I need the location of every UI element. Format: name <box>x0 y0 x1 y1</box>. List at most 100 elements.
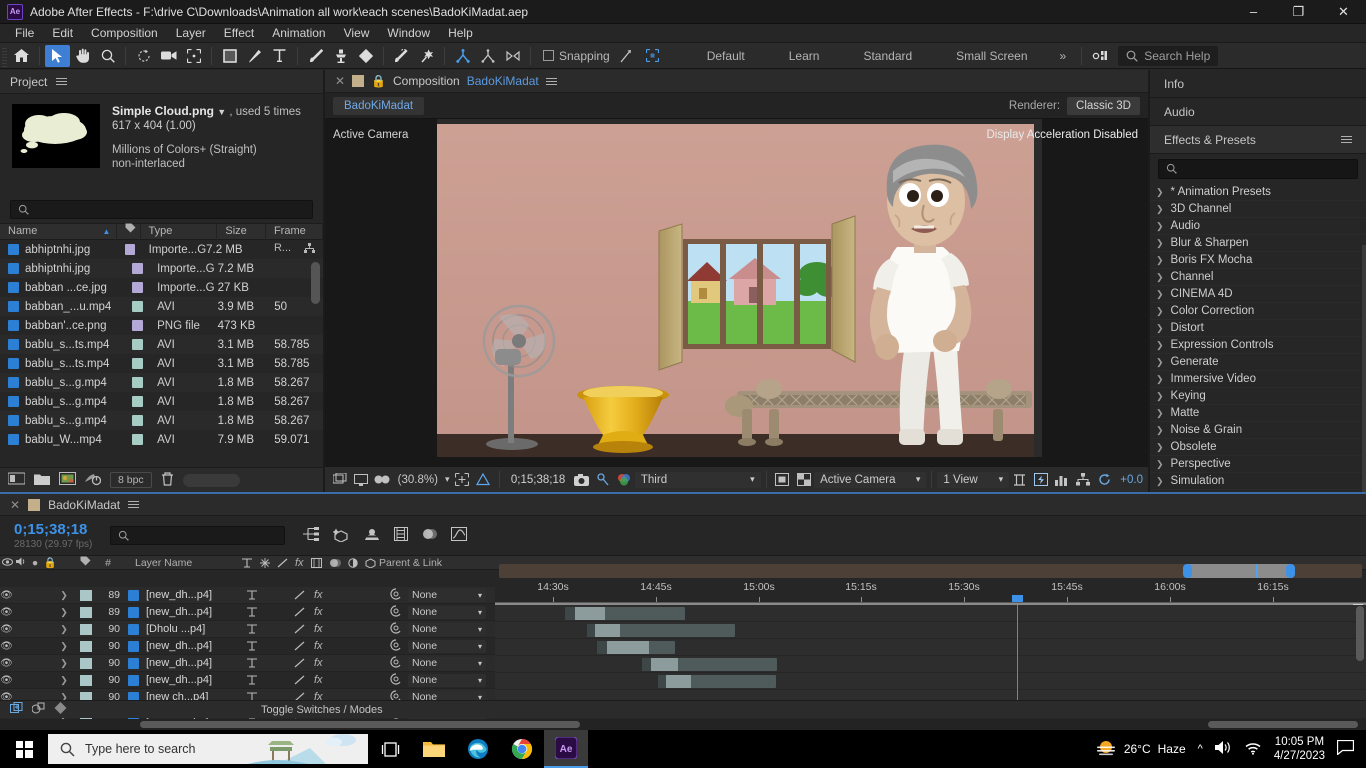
effect-category-animation-presets[interactable]: ❯ * Animation Presets <box>1150 184 1366 201</box>
panel-effects-presets[interactable]: Effects & Presets <box>1150 126 1366 154</box>
action-center-icon[interactable] <box>1336 739 1355 758</box>
effect-category-audio[interactable]: ❯ Audio <box>1150 218 1366 235</box>
toggle-switches-modes-label[interactable]: Toggle Switches / Modes <box>261 704 383 716</box>
always-preview-icon[interactable] <box>329 470 350 490</box>
resolution-dropdown[interactable]: Third ▾ <box>634 471 761 488</box>
composition-panel-menu-icon[interactable] <box>545 76 557 87</box>
project-file-list[interactable]: abhiptnhi.jpg Importe...G 7.2 MB abhiptn… <box>0 240 323 467</box>
timeline-graph-icon[interactable] <box>1052 470 1073 490</box>
column-name[interactable]: Name ▲ <box>0 223 118 240</box>
list-item[interactable]: babban_...u.mp4 AVI 3.9 MB 50 <box>0 297 323 316</box>
work-area-bar[interactable] <box>1187 564 1293 578</box>
list-item[interactable]: babban'..ce.png PNG file 473 KB <box>0 316 323 335</box>
project-scrollbar[interactable] <box>311 262 320 304</box>
effect-category-obsolete[interactable]: ❯ Obsolete <box>1150 439 1366 456</box>
effect-category-noise-grain[interactable]: ❯ Noise & Grain <box>1150 422 1366 439</box>
timeline-tab-name[interactable]: BadoKiMadat <box>48 498 120 512</box>
layer-label-swatch[interactable] <box>80 623 92 635</box>
snap-align-icon[interactable] <box>615 45 640 67</box>
puppet-pin-tool-icon[interactable] <box>414 45 439 67</box>
timeline-search-input[interactable] <box>110 526 285 545</box>
layer-name[interactable]: [new_dh...p4] <box>146 589 246 601</box>
list-item[interactable]: bablu_s...g.mp4 AVI 1.8 MB 58.267 <box>0 392 323 411</box>
track-z-camera-icon[interactable] <box>500 45 525 67</box>
timeline-row[interactable] <box>495 656 1366 673</box>
menu-composition[interactable]: Composition <box>82 24 167 43</box>
effect-category-color-correction[interactable]: ❯ Color Correction <box>1150 303 1366 320</box>
layer-clip-bar[interactable] <box>587 624 735 637</box>
new-composition-icon[interactable] <box>59 472 76 488</box>
parent-pick-whip-icon[interactable] <box>384 655 408 671</box>
transparency-grid-icon[interactable] <box>793 470 814 490</box>
column-type[interactable]: Type <box>141 223 218 240</box>
expand-arrow-icon[interactable]: ❯ <box>55 590 73 601</box>
hand-tool-icon[interactable] <box>70 45 95 67</box>
snapshot-camera-icon[interactable] <box>571 470 592 490</box>
effect-category-generate[interactable]: ❯ Generate <box>1150 354 1366 371</box>
effects-search-input[interactable] <box>1158 159 1358 179</box>
timeline-graph-area[interactable] <box>495 605 1366 741</box>
label-swatch[interactable] <box>132 339 144 350</box>
clone-stamp-tool-icon[interactable] <box>328 45 353 67</box>
effect-category-keying[interactable]: ❯ Keying <box>1150 388 1366 405</box>
panel-info[interactable]: Info <box>1150 70 1366 98</box>
google-chrome-icon[interactable] <box>500 730 544 768</box>
workspace-small-screen[interactable]: Small Screen <box>934 43 1049 69</box>
visibility-toggle-icon[interactable]: 👁 <box>0 607 13 618</box>
parent-pick-whip-icon[interactable] <box>384 638 408 654</box>
timeline-layer-list[interactable]: 👁 ❯ 89 [new_dh...p4] fx None ▾ 👁 ❯ 89 [n… <box>0 587 495 723</box>
layer-clip-bar[interactable] <box>642 658 777 671</box>
layer-name[interactable]: [new_dh...p4] <box>146 640 246 652</box>
workspace-standard[interactable]: Standard <box>841 43 934 69</box>
list-item[interactable]: bablu_s...g.mp4 AVI 1.8 MB 58.267 <box>0 411 323 430</box>
list-item[interactable]: babban ...ce.jpg Importe...G 27 KB <box>0 278 323 297</box>
layer-clip-bar[interactable] <box>658 675 776 688</box>
list-item[interactable]: abhiptnhi.jpg Importe...G 7.2 MB <box>0 240 323 259</box>
layer-label-swatch[interactable] <box>80 640 92 652</box>
graph-toggle-icon[interactable] <box>54 702 67 717</box>
show-hidden-icons-chevron-up-icon[interactable]: ^ <box>1198 743 1203 755</box>
menu-help[interactable]: Help <box>439 24 482 43</box>
task-view-icon[interactable] <box>368 730 412 768</box>
list-item[interactable]: bablu_s...ts.mp4 AVI 3.1 MB 58.785 <box>0 335 323 354</box>
column-size[interactable]: Size <box>217 223 266 240</box>
effect-category-3d-channel[interactable]: ❯ 3D Channel <box>1150 201 1366 218</box>
current-time-display[interactable]: 0;15;38;18 28130 (29.97 fps) <box>0 522 110 550</box>
layer-label-swatch[interactable] <box>80 589 92 601</box>
microsoft-edge-icon[interactable] <box>456 730 500 768</box>
label-swatch[interactable] <box>132 263 144 274</box>
zoom-tool-icon[interactable] <box>95 45 120 67</box>
timeline-row[interactable] <box>495 622 1366 639</box>
show-snapshot-icon[interactable] <box>592 470 613 490</box>
camera-tool-icon[interactable] <box>156 45 181 67</box>
brush-tool-icon[interactable] <box>303 45 328 67</box>
layer-name[interactable]: [Dholu ...p4] <box>146 623 246 635</box>
snap-bounds-icon[interactable] <box>640 45 665 67</box>
visibility-toggle-icon[interactable]: 👁 <box>0 658 13 669</box>
composition-name-button[interactable]: BadoKiMadat <box>333 96 425 115</box>
volume-icon[interactable] <box>1214 740 1232 758</box>
toggle-viewer-icon[interactable] <box>350 470 371 490</box>
layer-switches[interactable]: fx <box>246 589 384 601</box>
bit-depth-button[interactable]: 8 bpc <box>110 472 152 488</box>
label-swatch[interactable] <box>132 320 144 331</box>
delete-icon[interactable] <box>161 471 174 489</box>
anchor-point-tool-icon[interactable] <box>181 45 206 67</box>
list-item[interactable]: bablu_s...ts.mp4 AVI 3.1 MB 58.785 <box>0 354 323 373</box>
label-swatch[interactable] <box>132 396 144 407</box>
fast-previews-icon[interactable] <box>1030 470 1051 490</box>
choose-grid-icon[interactable] <box>451 470 472 490</box>
renderer-value[interactable]: Classic 3D <box>1067 96 1140 115</box>
expand-arrow-icon[interactable]: ❯ <box>55 607 73 618</box>
hide-shy-layers-icon[interactable] <box>364 528 380 544</box>
layer-clip-bar[interactable] <box>565 607 685 620</box>
timeline-vertical-scrollbar[interactable] <box>1356 606 1364 661</box>
view-layout-dropdown[interactable]: 1 View ▾ <box>937 471 1010 488</box>
list-item[interactable]: abhiptnhi.jpg Importe...G 7.2 MB <box>0 259 323 278</box>
parent-pick-whip-icon[interactable] <box>384 621 408 637</box>
timeline-hscroll-thumb-right[interactable] <box>1208 721 1358 728</box>
minimize-button[interactable]: – <box>1231 0 1276 24</box>
pixel-aspect-correction-icon[interactable] <box>1009 470 1030 490</box>
new-folder-icon[interactable] <box>34 473 50 488</box>
magnification-value[interactable]: (30.8%) <box>393 474 443 486</box>
